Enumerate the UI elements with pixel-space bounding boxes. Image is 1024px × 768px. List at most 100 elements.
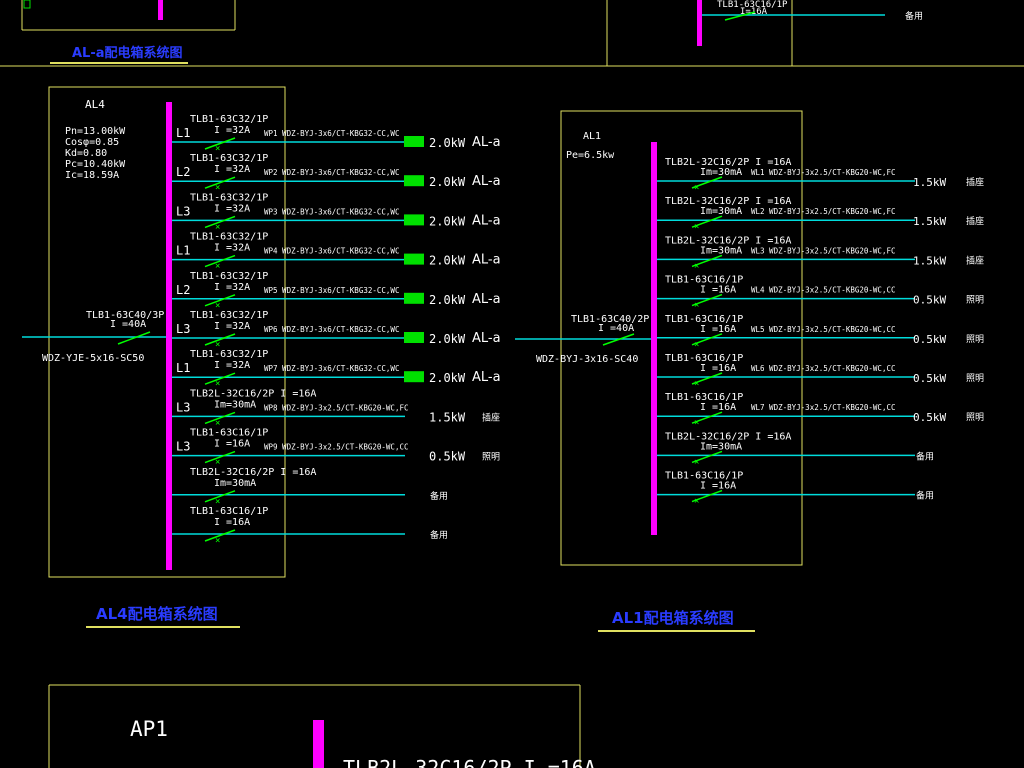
top-strip: AL-a配电箱系统图 TLB1-63C16/1P I=16A 备用	[0, 0, 1024, 67]
circuit-switch-mark: ×	[694, 379, 699, 389]
circuit-rating: I =16A	[700, 481, 736, 492]
circuit-rating: I =32A	[214, 243, 250, 254]
circuit-power: 2.0kW	[429, 175, 466, 189]
circuit-destination: 照明	[966, 412, 984, 423]
circuit-cable: WL7 WDZ-BYJ-3x2.5/CT-KBG20-WC,CC	[751, 403, 896, 412]
al1-incoming-cable: WDZ-BYJ-3x16-SC40	[536, 354, 638, 365]
al1-title: AL1配电箱系统图	[612, 609, 734, 627]
circuit-rating: I =32A	[214, 321, 250, 332]
circuit-cable: WP4 WDZ-BYJ-3x6/CT-KBG32-CC,WC	[264, 247, 399, 256]
circuit-phase: L1	[176, 126, 190, 140]
al4-param: Pn=13.00kW	[65, 126, 126, 137]
circuit-breaker: TLB1-63C32/1P	[190, 271, 268, 282]
circuit-switch-mark: ×	[694, 340, 699, 350]
circuit-cable: WL5 WDZ-BYJ-3x2.5/CT-KBG20-WC,CC	[751, 325, 896, 334]
circuit-rating: Im=30mA	[214, 478, 256, 489]
circuit-destination: 照明	[966, 295, 984, 306]
circuit-destination: AL-a	[472, 253, 501, 268]
circuit-cable: WP5 WDZ-BYJ-3x6/CT-KBG32-CC,WC	[264, 286, 399, 295]
al4-param: Ic=18.59A	[65, 170, 119, 181]
circuit-phase: L3	[176, 400, 190, 414]
circuit-rating: I =16A	[700, 402, 736, 413]
circuit-destination: 插座	[966, 254, 984, 266]
circuit-destination: AL-a	[472, 135, 501, 150]
al1-busbar	[651, 142, 657, 535]
circuit-cable: WL6 WDZ-BYJ-3x2.5/CT-KBG20-WC,CC	[751, 364, 896, 373]
circuit-power: 2.0kW	[429, 293, 466, 307]
circuit-breaker: TLB1-63C32/1P	[190, 153, 268, 164]
circuit-cable: WP2 WDZ-BYJ-3x6/CT-KBG32-CC,WC	[264, 168, 399, 177]
circuit-cable: WL1 WDZ-BYJ-3x2.5/CT-KBG20-WC,FC	[751, 168, 896, 177]
circuit-destination: 插座	[966, 176, 984, 188]
circuit-cable: WL3 WDZ-BYJ-3x2.5/CT-KBG20-WC,FC	[751, 246, 896, 255]
circuit-breaker: TLB1-63C32/1P	[190, 232, 268, 243]
circuit-switch-mark: ×	[694, 222, 699, 232]
right-top-note: 备用	[905, 10, 923, 22]
circuit-rating: Im=30mA	[700, 206, 742, 217]
distribution-system-drawing: AL-a配电箱系统图 TLB1-63C16/1P I=16A 备用 AL4 Pn…	[0, 0, 1024, 768]
circuit-destination: 备用	[916, 490, 934, 502]
al1-name: AL1	[583, 131, 601, 142]
al1-incoming-rating: I =40A	[598, 323, 634, 334]
circuit-power: 0.5kW	[429, 450, 466, 464]
circuit-power: 0.5kW	[913, 333, 946, 346]
circuit-power: 2.0kW	[429, 332, 466, 346]
circuit-switch-mark: ×	[694, 261, 699, 271]
circuit-phase: L2	[176, 165, 190, 179]
al4-param: Cosφ=0.85	[65, 137, 119, 148]
load-box	[404, 175, 424, 187]
circuit-phase: L1	[176, 361, 190, 375]
circuit-rating: I =16A	[700, 363, 736, 374]
circuit-rating: I =16A	[214, 517, 250, 528]
circuit-power: 1.5kW	[429, 410, 466, 424]
load-box	[404, 214, 424, 226]
al4-title: AL4配电箱系统图	[96, 605, 218, 623]
circuit-power: 2.0kW	[429, 136, 466, 150]
ap1-panel: AP1 TLB2L-32C16/2P I =16A	[48, 684, 596, 768]
circuit-rating: I =32A	[214, 203, 250, 214]
circuit-power: 0.5kW	[913, 294, 946, 307]
circuit-breaker: TLB1-63C16/1P	[190, 506, 268, 517]
circuit-cable: WP6 WDZ-BYJ-3x6/CT-KBG32-CC,WC	[264, 325, 399, 334]
circuit-rating: Im=30mA	[214, 399, 256, 410]
circuit-breaker: TLB1-63C32/1P	[190, 114, 268, 125]
circuit-destination: AL-a	[472, 331, 501, 346]
circuit-cable: WP7 WDZ-BYJ-3x6/CT-KBG32-CC,WC	[264, 364, 399, 373]
circuit-switch-mark: ×	[215, 536, 220, 546]
circuit-phase: L3	[176, 440, 190, 454]
circuit-switch-mark: ×	[694, 457, 699, 467]
circuit-rating: I =16A	[700, 324, 736, 335]
circuit-cable: WP3 WDZ-BYJ-3x6/CT-KBG32-CC,WC	[264, 207, 399, 216]
circuit-power: 0.5kW	[913, 372, 946, 385]
circuit-power: 2.0kW	[429, 371, 466, 385]
circuit-power: 2.0kW	[429, 214, 466, 228]
circuit-rating: I =16A	[700, 285, 736, 296]
circuit-destination: AL-a	[472, 174, 501, 189]
circuit-destination: AL-a	[472, 370, 501, 385]
circuit-breaker: TLB2L-32C16/2P I =16A	[190, 467, 316, 478]
circuit-rating: I =32A	[214, 282, 250, 293]
circuit-destination: 备用	[430, 490, 448, 502]
load-box	[404, 292, 424, 304]
circuit-phase: L3	[176, 204, 190, 218]
al-a-title: AL-a配电箱系统图	[72, 45, 183, 61]
circuit-rating: I =32A	[214, 360, 250, 371]
circuit-cable: WL4 WDZ-BYJ-3x2.5/CT-KBG20-WC,CC	[751, 286, 896, 295]
circuit-breaker: TLB1-63C32/1P	[190, 192, 268, 203]
circuit-power: 1.5kW	[913, 176, 946, 189]
al4-param: Pc=10.40kW	[65, 159, 126, 170]
al1-panel: AL1 Pe=6.5kw TLB1-63C40/2P I =40A WDZ-BY…	[515, 110, 984, 632]
circuit-power: 1.5kW	[913, 215, 946, 228]
circuit-cable: WL2 WDZ-BYJ-3x2.5/CT-KBG20-WC,FC	[751, 207, 896, 216]
circuit-switch-mark: ×	[694, 183, 699, 193]
circuit-rating: Im=30mA	[700, 245, 742, 256]
right-busbar	[697, 0, 702, 46]
load-box	[404, 332, 424, 343]
al-a-incoming-marker	[23, 0, 31, 9]
al4-param: Kd=0.80	[65, 148, 107, 159]
circuit-rating: Im=30mA	[700, 167, 742, 178]
al4-incoming-cable: WDZ-YJE-5x16-SC50	[42, 353, 144, 364]
circuit-breaker: TLB1-63C32/1P	[190, 349, 268, 360]
al4-panel: AL4 Pn=13.00kWCosφ=0.85Kd=0.80Pc=10.40kW…	[22, 86, 501, 628]
al4-name: AL4	[85, 98, 105, 111]
